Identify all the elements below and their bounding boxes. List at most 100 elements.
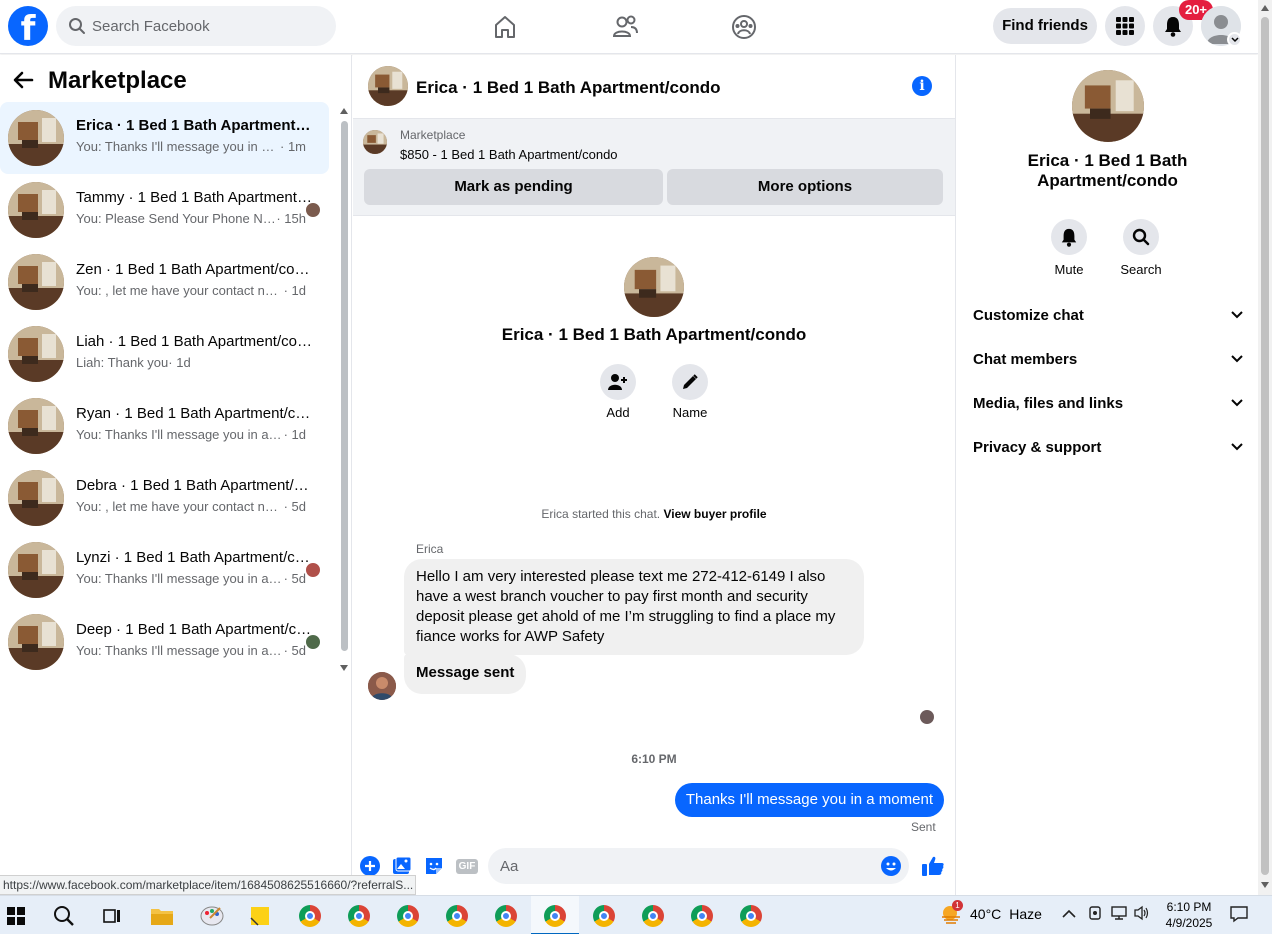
paint-app-icon[interactable] <box>198 902 226 930</box>
sidebar-scrollbar[interactable] <box>337 103 351 679</box>
notification-center-icon[interactable] <box>1230 905 1248 926</box>
chrome-profile-icon[interactable] <box>296 902 324 930</box>
outgoing-message[interactable]: Thanks I'll message you in a moment <box>674 783 944 817</box>
conversation-name: Liah · 1 Bed 1 Bath Apartment/condo <box>76 333 312 350</box>
sidebar-scroll-thumb[interactable] <box>341 121 348 651</box>
conversation-name: Deep · 1 Bed 1 Bath Apartment/condo <box>76 621 312 638</box>
name-chat-button[interactable]: Name <box>660 364 720 420</box>
taskbar-search-icon[interactable] <box>50 902 78 930</box>
chrome-profile-icon[interactable] <box>737 902 765 930</box>
message-input-box[interactable] <box>488 848 909 884</box>
chrome-profile-icon[interactable] <box>688 902 716 930</box>
friends-icon[interactable] <box>605 10 645 44</box>
meet-now-icon[interactable] <box>1088 905 1102 924</box>
conversation-item[interactable]: Debra · 1 Bed 1 Bath Apartment/condo You… <box>0 462 329 534</box>
emoji-icon[interactable] <box>881 856 901 876</box>
thumbs-up-icon[interactable] <box>920 853 946 879</box>
more-options-button[interactable]: More options <box>667 169 943 205</box>
mark-as-pending-button[interactable]: Mark as pending <box>364 169 663 205</box>
network-icon[interactable] <box>1110 905 1128 924</box>
conversation-preview: Liah: Thank you · 1d <box>76 355 191 370</box>
chrome-profile-icon[interactable] <box>345 902 373 930</box>
sender-avatar[interactable] <box>368 672 396 700</box>
chevron-down-icon <box>1231 355 1243 363</box>
message-input[interactable] <box>500 848 860 884</box>
conversation-item[interactable]: Lynzi · 1 Bed 1 Bath Apartment/condo You… <box>0 534 329 606</box>
photo-attach-icon[interactable] <box>391 855 413 877</box>
seen-avatar <box>305 562 321 578</box>
chrome-profile-icon[interactable] <box>443 902 471 930</box>
weather-alert-badge: 1 <box>952 900 963 911</box>
chrome-profile-icon[interactable] <box>492 902 520 930</box>
gif-icon[interactable]: GIF <box>455 855 479 877</box>
page-scrollbar[interactable] <box>1258 0 1272 895</box>
search-input[interactable] <box>92 6 322 46</box>
conversation-name: Ryan · 1 Bed 1 Bath Apartment/condo <box>76 405 312 422</box>
listing-thumbnail <box>8 182 64 238</box>
media-files-links-section[interactable]: Media, files and links <box>973 395 1243 419</box>
account-chevron-down-icon[interactable] <box>1227 32 1242 47</box>
listing-thumbnail <box>8 542 64 598</box>
file-explorer-icon[interactable] <box>148 902 176 930</box>
home-icon[interactable] <box>485 10 525 44</box>
page-scroll-up-arrow-icon[interactable] <box>1261 5 1269 11</box>
conversation-item[interactable]: Liah · 1 Bed 1 Bath Apartment/condo Liah… <box>0 318 329 390</box>
scroll-down-arrow-icon[interactable] <box>340 665 348 671</box>
chat-title[interactable]: Erica · 1 Bed 1 Bath Apartment/condo <box>416 78 720 98</box>
view-buyer-profile-link[interactable]: View buyer profile <box>663 507 766 521</box>
task-view-icon[interactable] <box>98 902 126 930</box>
facebook-logo[interactable]: f <box>8 6 48 46</box>
info-icon[interactable]: i <box>912 76 932 96</box>
chrome-profile-icon[interactable] <box>590 902 618 930</box>
conversation-preview: You: , let me have your contact number ·… <box>76 283 306 298</box>
listing-price-title[interactable]: $850 - 1 Bed 1 Bath Apartment/condo <box>400 147 618 162</box>
chrome-profile-icon[interactable] <box>394 902 422 930</box>
conversation-list: Erica · 1 Bed 1 Bath Apartment/condo You… <box>0 102 336 678</box>
search-icon <box>69 18 85 34</box>
search-in-chat-button[interactable]: Search <box>1111 219 1171 277</box>
weather-temperature: 40°C <box>970 906 1002 922</box>
weather-widget[interactable]: 1 40°C Haze <box>940 900 1042 924</box>
volume-icon[interactable] <box>1133 905 1151 924</box>
search-icon <box>1123 219 1159 255</box>
chrome-profile-icon-active[interactable] <box>541 902 569 930</box>
add-people-button[interactable]: Add <box>588 364 648 420</box>
taskbar-clock[interactable]: 6:10 PM 4/9/2025 <box>1160 899 1218 931</box>
chrome-profile-icon[interactable] <box>639 902 667 930</box>
conversation-preview: You: Thanks I'll message you in a moment… <box>76 571 306 586</box>
info-chat-name: Erica · 1 Bed 1 Bath Apartment/condo <box>1027 151 1188 190</box>
conversation-preview: You: Thanks I'll message you in a moment… <box>76 139 306 154</box>
chat-listing-thumbnail[interactable] <box>368 66 408 106</box>
incoming-message[interactable]: Message sent <box>404 654 527 694</box>
windows-start-icon[interactable] <box>2 902 30 930</box>
back-arrow-icon[interactable] <box>12 69 34 91</box>
sticky-notes-icon[interactable] <box>246 902 274 930</box>
conversation-item[interactable]: Deep · 1 Bed 1 Bath Apartment/condo You:… <box>0 606 329 678</box>
listing-thumbnail <box>8 398 64 454</box>
conversation-item[interactable]: Ryan · 1 Bed 1 Bath Apartment/condo You:… <box>0 390 329 462</box>
mute-button[interactable]: Mute <box>1039 219 1099 277</box>
conversation-sidebar: Marketplace Erica · 1 Bed 1 Bath Apartme… <box>0 55 352 895</box>
plus-circle-icon[interactable] <box>359 855 381 877</box>
sender-name: Erica <box>416 542 444 556</box>
page-scroll-thumb[interactable] <box>1261 17 1269 875</box>
customize-chat-section[interactable]: Customize chat <box>973 307 1243 331</box>
chat-members-section[interactable]: Chat members <box>973 351 1243 375</box>
find-friends-button[interactable]: Find friends <box>993 8 1097 44</box>
pencil-icon <box>672 364 708 400</box>
conversation-item[interactable]: Tammy · 1 Bed 1 Bath Apartment/condo You… <box>0 174 329 246</box>
groups-icon[interactable] <box>724 10 764 44</box>
page-scroll-down-arrow-icon[interactable] <box>1261 882 1269 888</box>
scroll-up-arrow-icon[interactable] <box>340 108 348 114</box>
tray-chevron-up-icon[interactable] <box>1062 906 1076 922</box>
chat-panel: Erica · 1 Bed 1 Bath Apartment/condo i M… <box>353 55 955 895</box>
incoming-message[interactable]: Hello I am very interested please text m… <box>404 559 864 655</box>
privacy-support-section[interactable]: Privacy & support <box>973 439 1243 463</box>
bell-icon <box>1051 219 1087 255</box>
search-box[interactable] <box>56 6 336 46</box>
windows-taskbar: 1 40°C Haze 6:10 PM 4/9/2025 <box>0 895 1272 934</box>
conversation-item[interactable]: Erica · 1 Bed 1 Bath Apartment/condo You… <box>0 102 329 174</box>
menu-grid-icon[interactable] <box>1105 6 1145 46</box>
conversation-item[interactable]: Zen · 1 Bed 1 Bath Apartment/condo You: … <box>0 246 329 318</box>
sticker-icon[interactable] <box>423 855 445 877</box>
